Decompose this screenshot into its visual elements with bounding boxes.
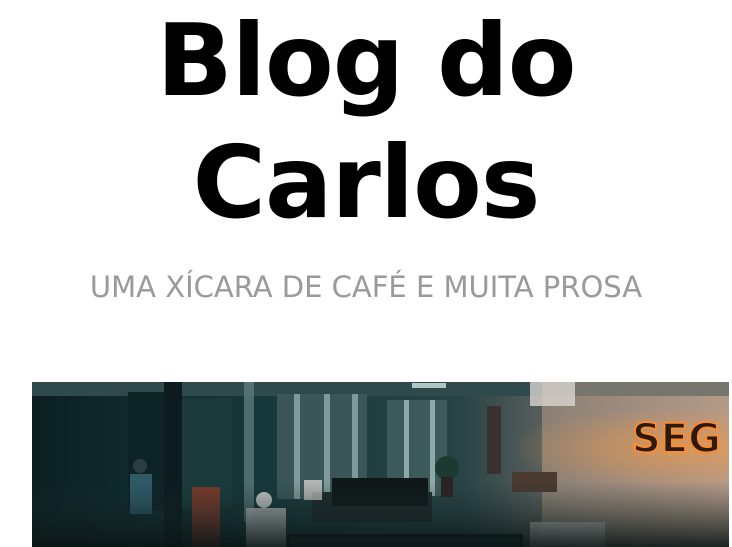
hero-image[interactable]: SEG bbox=[32, 382, 729, 547]
site-tagline: UMA XÍCARA DE CAFÉ E MUITA PROSA bbox=[89, 270, 643, 304]
site-title[interactable]: Blog do Carlos bbox=[0, 0, 732, 244]
office-photo: SEG bbox=[32, 382, 729, 547]
neon-sign: SEG bbox=[632, 416, 721, 462]
site-title-line-2[interactable]: Carlos bbox=[0, 122, 732, 244]
site-title-line-1[interactable]: Blog do bbox=[0, 0, 732, 122]
